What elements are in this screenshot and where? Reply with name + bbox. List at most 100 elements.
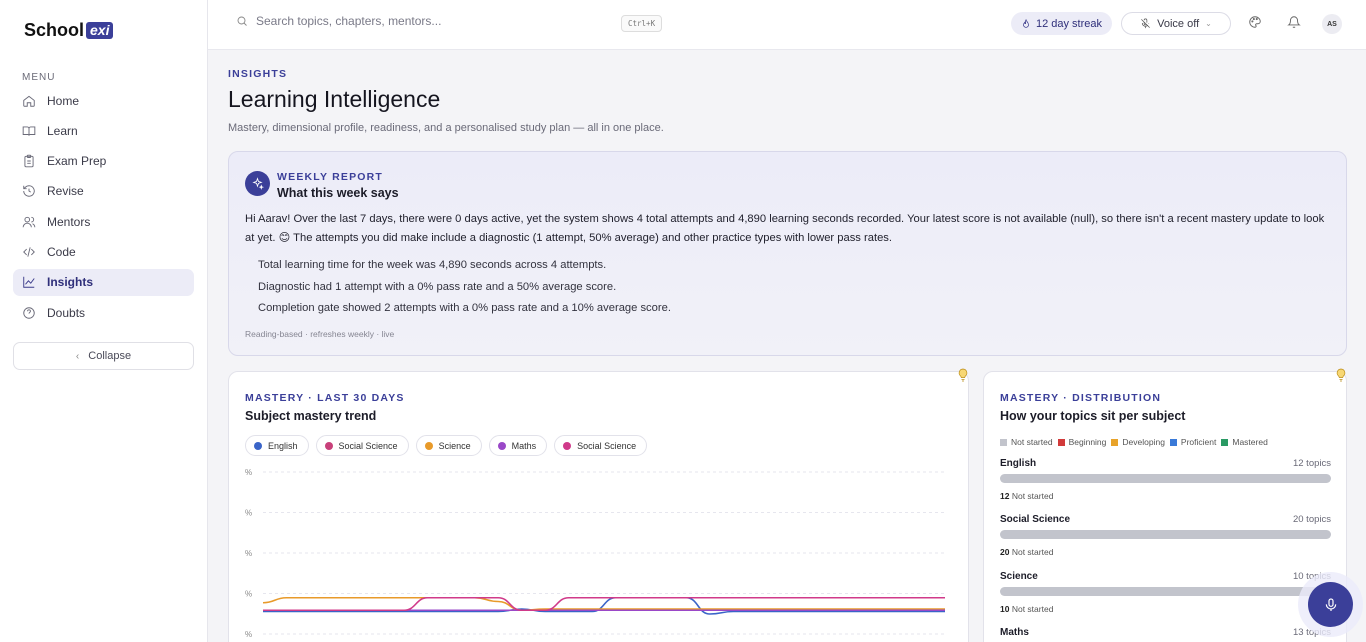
legend-label: Proficient [1180, 437, 1217, 447]
streak-label: 12 day streak [1035, 17, 1103, 30]
lightbulb-icon[interactable] [1335, 368, 1347, 382]
legend-label: Mastered [1232, 437, 1268, 447]
sidebar-item-label: Code [47, 244, 76, 259]
sidebar-item-mentors[interactable]: Mentors [13, 208, 194, 235]
voice-label: Voice off [1157, 17, 1200, 30]
collapse-label: Collapse [88, 350, 132, 362]
not-started-label: Not started [1011, 604, 1054, 614]
chart-line-icon [23, 277, 35, 288]
report-points: Total learning time for the week was 4,8… [258, 255, 671, 320]
legend-swatch [1111, 438, 1119, 446]
not-started-label: Not started [1011, 491, 1054, 501]
sidebar-item-exam-prep[interactable]: Exam Prep [13, 148, 194, 175]
y-tick-label: % [245, 549, 252, 558]
legend-label: Developing [1122, 437, 1165, 447]
not-started-count: 10 [1000, 604, 1010, 614]
y-tick-label: % [245, 509, 252, 518]
sidebar-item-doubts[interactable]: Doubts [13, 299, 194, 326]
search-input[interactable]: Search topics, chapters, mentors... [236, 14, 441, 28]
mastery-trend-chart: %%%%% [245, 468, 945, 639]
legend-dot [424, 441, 433, 450]
subject-distribution-bar [1000, 530, 1331, 539]
not-started-count: 12 [1000, 491, 1010, 501]
search-shortcut: Ctrl+K [621, 15, 663, 32]
sidebar-item-home[interactable]: Home [13, 87, 194, 114]
brand-name: School [24, 20, 85, 40]
sidebar-item-revise[interactable]: Revise [13, 178, 194, 205]
legend-chip-science[interactable]: Science [415, 435, 482, 456]
legend-chip-maths[interactable]: Maths [488, 435, 548, 456]
clipboard-icon [24, 154, 34, 168]
not-started-count: 20 [1000, 547, 1010, 557]
search-icon [237, 16, 247, 26]
legend-chip-english[interactable]: English [245, 435, 309, 456]
legend-label: Beginning [1068, 437, 1107, 447]
help-circle-icon [23, 306, 35, 319]
subject-name: Maths [1000, 627, 1029, 638]
report-point: Total learning time for the week was 4,8… [258, 259, 607, 271]
voice-assistant-button[interactable] [1308, 582, 1353, 627]
trend-legend: English Social Science Science Maths Soc… [245, 435, 654, 456]
legend-item: Mastered [1221, 437, 1268, 447]
subject-distribution-bar [1000, 587, 1331, 596]
legend-dot [324, 441, 333, 450]
subject-footnote: 10 Not started [1000, 604, 1331, 614]
book-icon [22, 126, 36, 136]
legend-item: Proficient [1169, 437, 1217, 447]
trend-title: Subject mastery trend [245, 409, 377, 423]
legend-label: Not started [1011, 437, 1053, 447]
distribution-legend: Not started Beginning Developing Profici… [1000, 437, 1273, 447]
sidebar-item-label: Home [47, 93, 80, 108]
subject-distribution-bar [1000, 474, 1331, 483]
sidebar-item-label: Doubts [47, 305, 86, 320]
sidebar-item-code[interactable]: Code [13, 238, 194, 265]
chevron-left-icon: ‹ [75, 350, 80, 362]
menu-label: MENU [22, 72, 56, 83]
trend-eyebrow: MASTERY · LAST 30 DAYS [245, 392, 405, 404]
subject-topic-count: 13 topics [1292, 627, 1331, 638]
mastery-trend-card: MASTERY · LAST 30 DAYS Subject mastery t… [228, 371, 969, 642]
legend-item: Beginning [1057, 437, 1107, 447]
subject-name: Science [1000, 571, 1038, 582]
mic-off-icon [1141, 18, 1151, 29]
notifications-button[interactable] [1287, 15, 1303, 31]
legend-chip-label: Science [438, 440, 471, 451]
collapse-button[interactable]: ‹ Collapse [13, 342, 194, 370]
legend-chip-social-science-2[interactable]: Social Science [554, 435, 648, 456]
subject-footnote: 20 Not started [1000, 547, 1331, 557]
distribution-title: How your topics sit per subject [1000, 409, 1186, 423]
distribution-eyebrow: MASTERY · DISTRIBUTION [1000, 392, 1162, 404]
palette-icon [1249, 16, 1261, 28]
legend-swatch [1000, 438, 1007, 446]
report-point: Completion gate showed 2 attempts with a… [258, 302, 671, 314]
brand-logo[interactable]: School exi [24, 20, 114, 41]
page-subtitle: Mastery, dimensional profile, readiness,… [228, 122, 664, 134]
sidebar-item-learn[interactable]: Learn [13, 117, 194, 144]
page-eyebrow: INSIGHTS [228, 68, 288, 80]
subject-row-english: English 12 topics 12 Not started [1000, 458, 1331, 501]
legend-chip-label: English [268, 440, 298, 451]
avatar[interactable]: AS [1322, 14, 1342, 34]
voice-toggle[interactable]: Voice off ⌄ [1121, 12, 1231, 35]
theme-button[interactable] [1248, 15, 1264, 31]
subject-topic-count: 10 topics [1292, 571, 1331, 582]
legend-swatch [1057, 438, 1065, 446]
report-title: What this week says [277, 186, 399, 200]
legend-dot [563, 441, 572, 450]
code-icon [23, 247, 35, 257]
legend-chip-social-science[interactable]: Social Science [315, 435, 409, 456]
legend-dot [254, 441, 262, 450]
subject-topic-count: 12 topics [1292, 458, 1331, 469]
lightbulb-icon[interactable] [957, 368, 969, 382]
report-body: Hi Aarav! Over the last 7 days, there we… [245, 213, 1325, 244]
sidebar-item-label: Insights [47, 275, 94, 290]
legend-dot [497, 441, 506, 450]
streak-badge[interactable]: 12 day streak [1011, 12, 1112, 35]
sidebar-nav: Home Learn Exam Prep Revise Mentors Code… [13, 87, 194, 329]
legend-swatch [1221, 438, 1229, 446]
users-icon [22, 216, 36, 228]
sidebar-item-insights[interactable]: Insights [13, 268, 194, 296]
legend-chip-label: Social Science [338, 440, 398, 451]
search-placeholder: Search topics, chapters, mentors... [256, 14, 442, 28]
top-bar: Search topics, chapters, mentors... Ctrl… [208, 0, 1366, 50]
